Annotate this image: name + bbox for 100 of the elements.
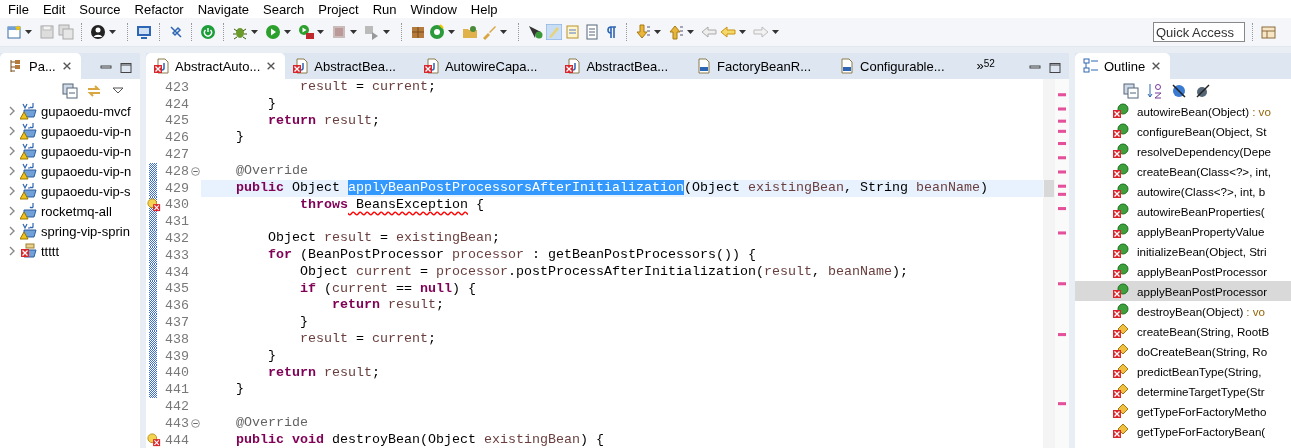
outline-item[interactable]: createBean(Class<?>, int, bbox=[1075, 161, 1291, 181]
quick-access-field[interactable]: Quick Access bbox=[1153, 22, 1245, 42]
project-name[interactable]: rocketmq-all bbox=[41, 203, 112, 219]
menu-item[interactable]: Navigate bbox=[191, 1, 257, 17]
dropdown-arrow-icon[interactable] bbox=[654, 30, 661, 34]
chevron-icon[interactable] bbox=[8, 186, 16, 196]
dropdown-arrow-icon[interactable] bbox=[500, 30, 507, 34]
java-file-icon bbox=[565, 58, 582, 74]
method-icon bbox=[1113, 243, 1129, 259]
pointer-icon[interactable] bbox=[527, 24, 543, 40]
project-name[interactable]: gupaoedu-vip-n bbox=[41, 123, 132, 139]
menu-item[interactable]: Edit bbox=[36, 1, 74, 17]
project-name[interactable]: gupaoedu-vip-n bbox=[41, 163, 132, 179]
scrollbar[interactable] bbox=[1043, 79, 1055, 448]
panel-tab[interactable]: Pa... bbox=[0, 53, 81, 79]
project-name[interactable]: spring-vip-sprin bbox=[41, 223, 130, 239]
monitor-icon[interactable] bbox=[136, 24, 152, 40]
dropdown-arrow-icon[interactable] bbox=[251, 30, 258, 34]
menu-item[interactable]: Help bbox=[464, 1, 506, 17]
error-marker-icon[interactable] bbox=[147, 432, 161, 447]
dropdown-arrow-icon[interactable] bbox=[687, 30, 694, 34]
editor-tab[interactable]: AbstractBea... bbox=[285, 53, 416, 79]
chevron-icon[interactable] bbox=[8, 226, 16, 236]
line-number: 425 bbox=[164, 113, 189, 129]
error-marker-icon[interactable] bbox=[147, 197, 161, 212]
outline-item[interactable]: configureBean(Object, St bbox=[1075, 121, 1291, 141]
chevron-icon[interactable] bbox=[8, 246, 16, 256]
editor-tab[interactable]: AutowireCapa... bbox=[415, 53, 558, 79]
collapse-all-icon[interactable] bbox=[1123, 83, 1139, 99]
perspective-icon[interactable] bbox=[1261, 24, 1277, 40]
project-name[interactable]: ttttt bbox=[41, 243, 60, 259]
dropdown-arrow-icon[interactable] bbox=[772, 30, 779, 34]
menu-item[interactable]: Run bbox=[366, 1, 405, 17]
collapse-icon[interactable] bbox=[190, 418, 200, 428]
chevron-icon[interactable] bbox=[8, 206, 16, 216]
class-file-icon bbox=[839, 58, 855, 74]
project-name[interactable]: gupaoedu-vip-s bbox=[41, 183, 131, 199]
outline-item[interactable]: getTypeForFactoryBean( bbox=[1075, 421, 1291, 441]
editor-tab[interactable]: Configurable... bbox=[831, 53, 965, 79]
outline-item[interactable]: autowireBean(Object) : vo bbox=[1075, 101, 1291, 121]
hide-static-icon[interactable] bbox=[1195, 83, 1211, 99]
outline-item[interactable]: autowireBeanProperties( bbox=[1075, 201, 1291, 221]
line-number: 431 bbox=[164, 214, 189, 230]
dropdown-arrow-icon[interactable] bbox=[739, 30, 746, 34]
outline-item[interactable]: doCreateBean(String, Ro bbox=[1075, 341, 1291, 361]
folder-icon[interactable] bbox=[462, 24, 478, 40]
method-icon bbox=[1113, 203, 1129, 219]
dropdown-arrow-icon[interactable] bbox=[350, 30, 357, 34]
scroll-thumb[interactable] bbox=[1044, 180, 1054, 197]
chevron-icon[interactable] bbox=[8, 106, 16, 116]
editor-tab[interactable]: AbstractAuto... bbox=[146, 53, 286, 79]
menu-item[interactable]: File bbox=[2, 1, 37, 17]
line-number: 439 bbox=[164, 348, 189, 364]
outline-item[interactable]: applyBeanPostProcessor bbox=[1075, 281, 1291, 301]
menu-item[interactable]: Window bbox=[404, 1, 465, 17]
outline-item[interactable]: destroyBean(Object) : vo bbox=[1075, 301, 1291, 321]
editor-tab[interactable]: FactoryBeanR... bbox=[688, 53, 831, 79]
project-name[interactable]: gupaoedu-mvcf bbox=[41, 103, 131, 119]
outline-item[interactable]: predictBeanType(String, bbox=[1075, 361, 1291, 381]
run-tool-icon[interactable] bbox=[298, 24, 314, 40]
dropdown-arrow-icon[interactable] bbox=[284, 30, 291, 34]
dropdown-arrow-icon[interactable] bbox=[448, 30, 455, 34]
line-number: 437 bbox=[164, 315, 189, 331]
outline-item[interactable]: resolveDependency(Depe bbox=[1075, 141, 1291, 161]
method-icon bbox=[1113, 163, 1129, 179]
outline-item[interactable]: initializeBean(Object, Stri bbox=[1075, 241, 1291, 261]
menu-item[interactable]: Refactor bbox=[128, 1, 192, 17]
menu-item[interactable]: Source bbox=[73, 1, 129, 17]
link-icon[interactable] bbox=[86, 83, 102, 99]
outline-item[interactable]: autowire(Class<?>, int, b bbox=[1075, 181, 1291, 201]
package-icon[interactable] bbox=[410, 24, 426, 40]
project-name[interactable]: gupaoedu-vip-n bbox=[41, 143, 132, 159]
maximize-icon[interactable] bbox=[1049, 63, 1061, 73]
chevron-icon[interactable] bbox=[8, 126, 16, 136]
editor-tab[interactable]: AbstractBea... bbox=[557, 53, 689, 79]
line-number: 430 bbox=[164, 197, 189, 213]
list-icon[interactable] bbox=[584, 24, 600, 40]
power-icon[interactable] bbox=[200, 24, 216, 40]
dropdown-arrow-icon[interactable] bbox=[109, 30, 116, 34]
dropdown-arrow-icon[interactable] bbox=[317, 30, 324, 34]
maximize-icon[interactable] bbox=[120, 63, 132, 73]
sort-icon[interactable] bbox=[1147, 83, 1163, 99]
menu-item[interactable]: Search bbox=[257, 1, 313, 17]
outline-item[interactable]: createBean(String, RootB bbox=[1075, 321, 1291, 341]
outline-item[interactable]: applyBeanPropertyValue bbox=[1075, 221, 1291, 241]
code-line: return result; bbox=[267, 364, 381, 382]
outline-item[interactable]: getTypeForFactoryMetho bbox=[1075, 401, 1291, 421]
dropdown-arrow-icon[interactable] bbox=[383, 30, 390, 34]
dropdown-arrow-icon[interactable] bbox=[25, 30, 32, 34]
panel-tab[interactable]: Outline bbox=[1075, 53, 1171, 79]
chevron-icon[interactable] bbox=[8, 146, 16, 156]
code-line: } bbox=[267, 95, 277, 113]
hide-fields-icon[interactable] bbox=[1171, 83, 1187, 99]
chevron-icon[interactable] bbox=[8, 166, 16, 176]
menu-item[interactable]: Project bbox=[312, 1, 367, 17]
collapse-all-icon[interactable] bbox=[62, 83, 78, 99]
user-icon[interactable] bbox=[90, 24, 106, 40]
outline-item[interactable]: determineTargetType(Str bbox=[1075, 381, 1291, 401]
outline-item[interactable]: applyBeanPostProcessor bbox=[1075, 261, 1291, 281]
collapse-icon[interactable] bbox=[190, 166, 200, 176]
